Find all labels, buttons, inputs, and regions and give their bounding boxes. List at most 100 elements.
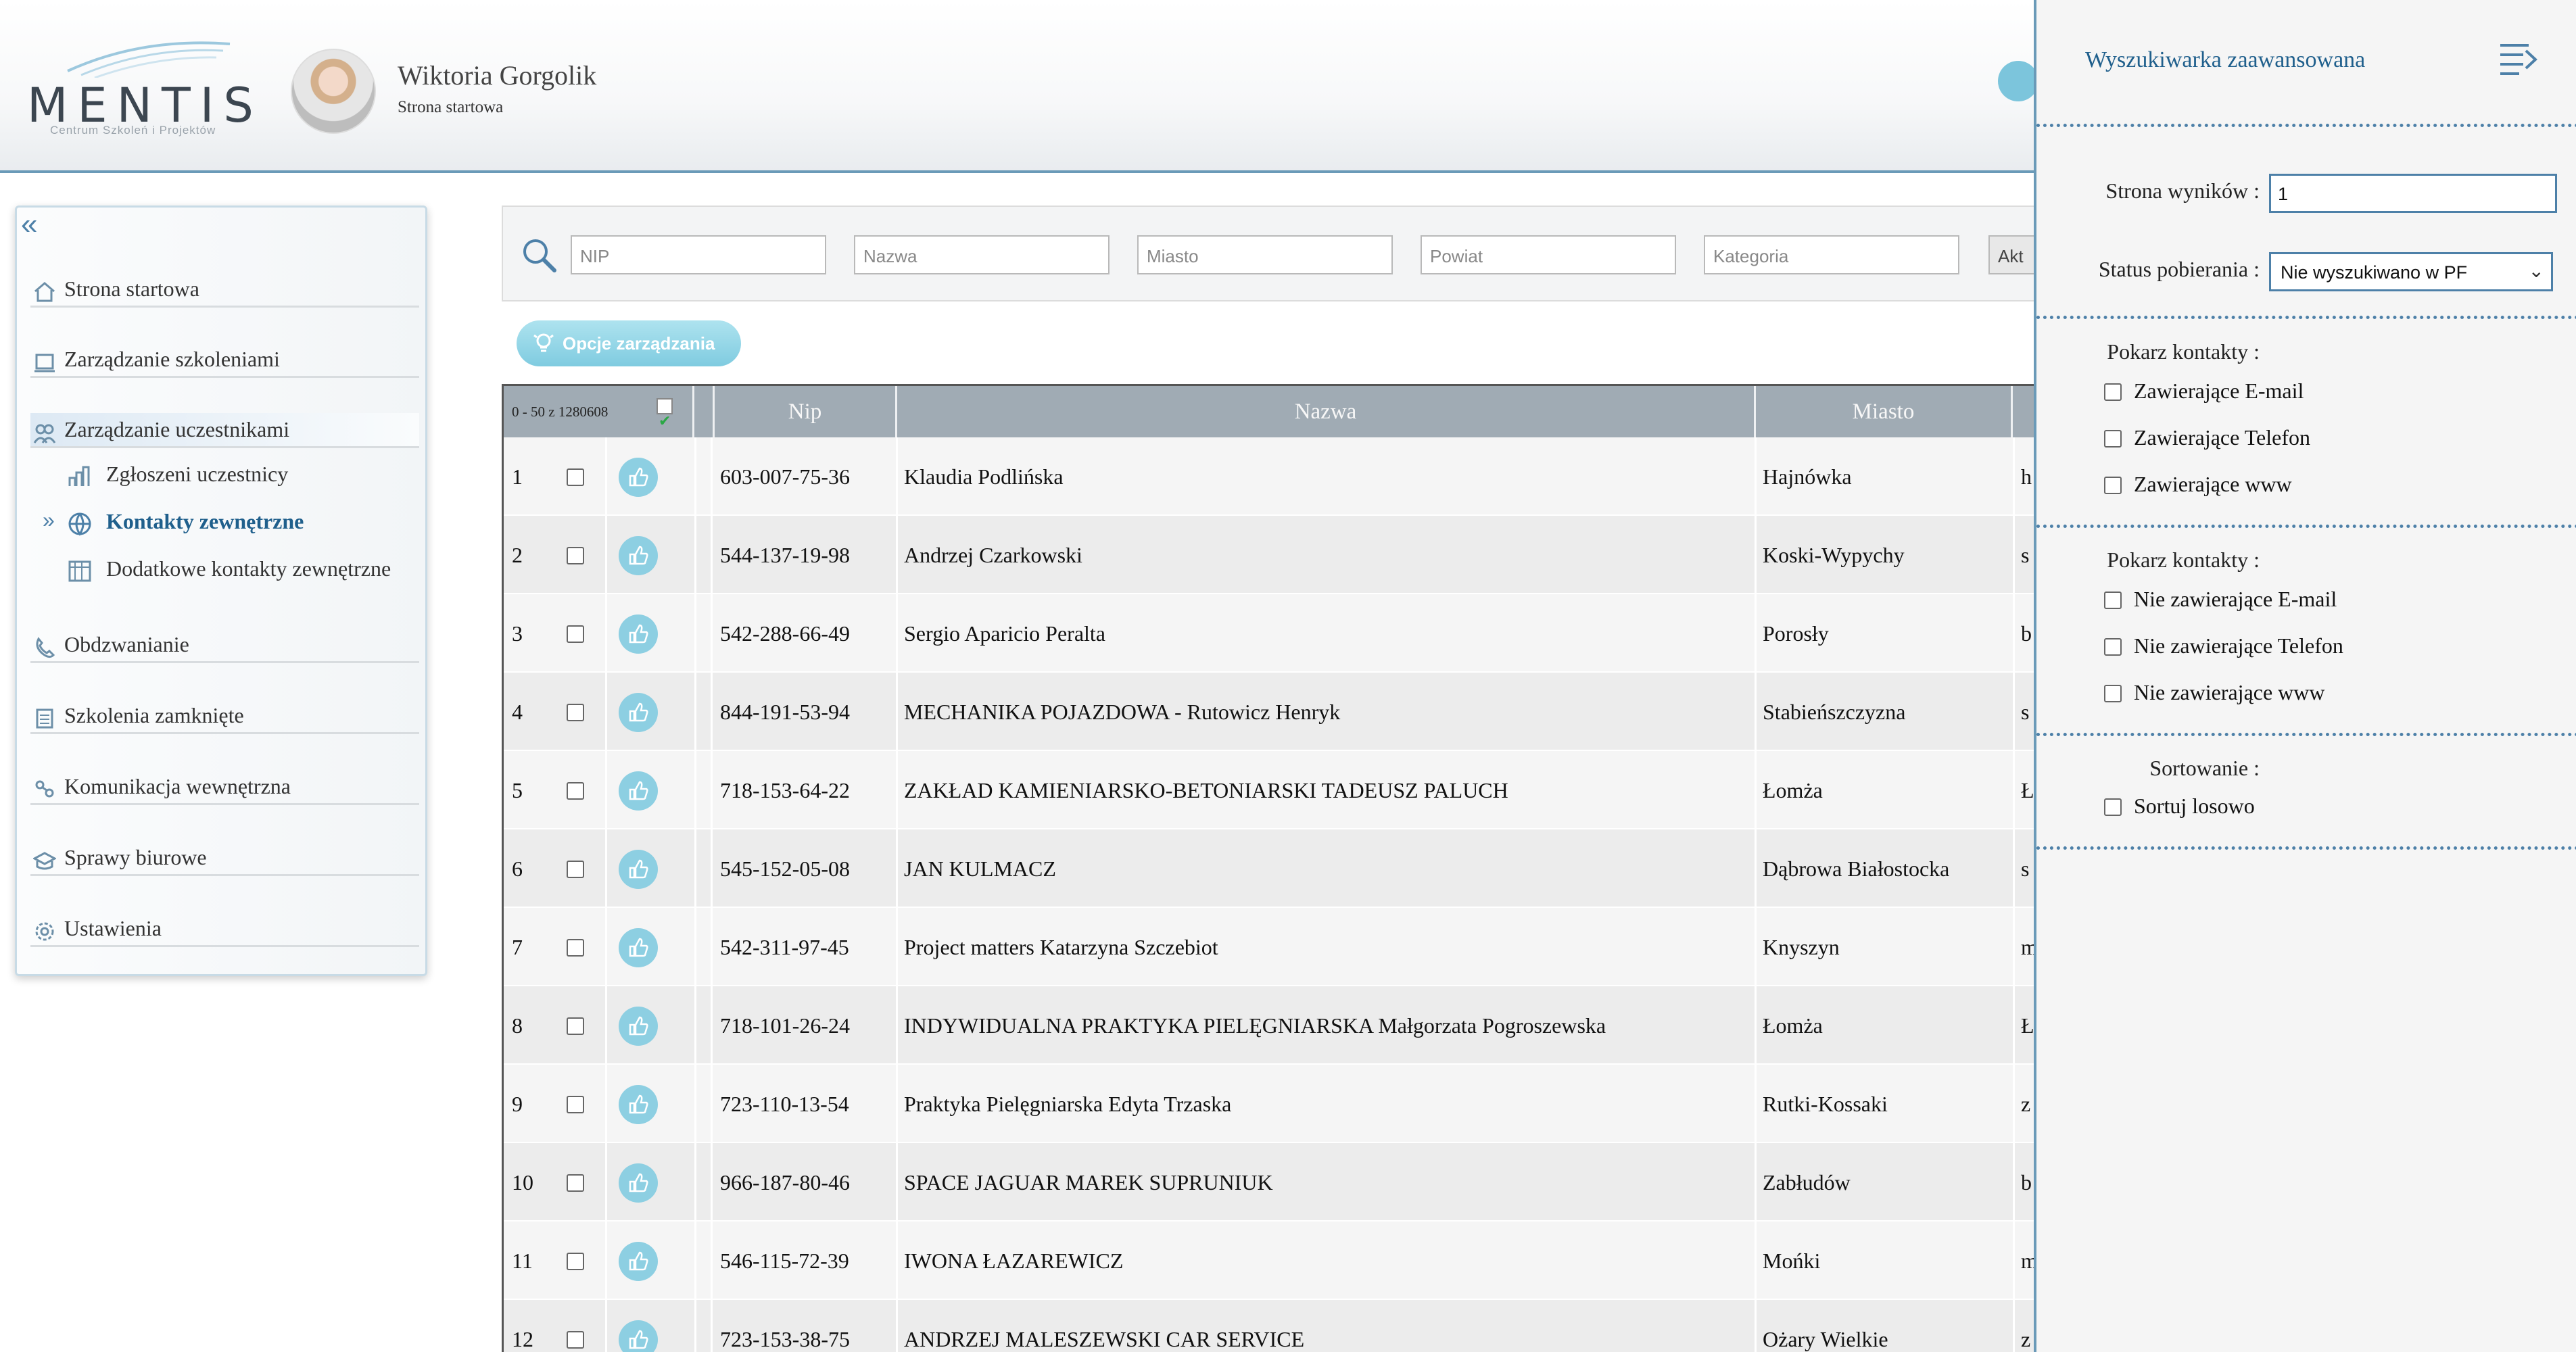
sidebar-item-home[interactable]: Strona startowa — [30, 272, 419, 308]
row-checkbox[interactable] — [567, 782, 584, 800]
thumbs-up-icon[interactable] — [619, 458, 658, 497]
row-checkbox[interactable] — [567, 547, 584, 564]
thumbs-up-icon[interactable] — [619, 850, 658, 889]
with-www-checkbox[interactable] — [2104, 477, 2122, 494]
row-city: Porosły — [1763, 621, 1829, 646]
row-nip: 544-137-19-98 — [720, 543, 850, 567]
with-email-label[interactable]: Zawierające E-mail — [2134, 379, 2304, 404]
divider — [2036, 733, 2576, 736]
manage-options-label: Opcje zarządzania — [563, 333, 715, 354]
row-checkbox[interactable] — [567, 939, 584, 957]
thumbs-up-icon[interactable] — [619, 771, 658, 811]
column-divider — [1755, 1065, 1757, 1143]
sidebar-subitem-external-contacts[interactable]: » Kontakty zewnętrzne — [43, 505, 401, 540]
column-divider — [1755, 908, 1757, 986]
without-email-label[interactable]: Nie zawierające E-mail — [2134, 587, 2337, 612]
row-name: Klaudia Podlińska — [904, 464, 1064, 489]
thumbs-up-icon[interactable] — [619, 928, 658, 967]
without-email-checkbox[interactable] — [2104, 592, 2122, 609]
without-phone-label[interactable]: Nie zawierające Telefon — [2134, 633, 2343, 658]
row-checkbox[interactable] — [567, 861, 584, 878]
row-nip: 542-288-66-49 — [720, 621, 850, 646]
city-filter-input[interactable]: Miasto — [1137, 235, 1393, 274]
row-checkbox[interactable] — [567, 625, 584, 643]
column-divider — [694, 908, 696, 986]
sort-random-label[interactable]: Sortuj losowo — [2134, 794, 2255, 819]
row-checkbox[interactable] — [567, 1174, 584, 1192]
select-all-checkbox[interactable] — [657, 395, 673, 447]
manage-options-button[interactable]: Opcje zarządzania — [517, 320, 741, 366]
row-city: Koski-Wypychy — [1763, 543, 1905, 567]
sidebar-subitem-additional-contacts[interactable]: Dodatkowe kontakty zewnętrzne — [49, 552, 401, 587]
download-status-select[interactable]: Nie wyszukiwano w PF ⌄ — [2269, 252, 2553, 291]
briefcase-icon — [36, 708, 53, 729]
search-icon[interactable] — [519, 235, 558, 274]
row-checkbox[interactable] — [567, 704, 584, 721]
thumbs-up-icon[interactable] — [619, 1007, 658, 1046]
filter-list-icon[interactable] — [2496, 37, 2538, 79]
thumbs-up-icon[interactable] — [619, 1163, 658, 1203]
mentis-logo[interactable]: MENTIS Centrum Szkoleń i Projektów — [27, 30, 254, 145]
column-divider — [2013, 1065, 2015, 1143]
page-number-input[interactable]: 1 — [2269, 174, 2557, 213]
sidebar-item-label: Ustawienia — [64, 916, 162, 940]
notification-icon[interactable] — [1998, 61, 2038, 101]
sidebar-item-calling[interactable]: Obdzwanianie — [30, 628, 419, 663]
column-divider — [711, 437, 713, 516]
thumbs-up-icon[interactable] — [619, 1085, 658, 1124]
sidebar-subitem-registered[interactable]: Zgłoszeni uczestnicy — [49, 458, 401, 493]
divider — [2036, 846, 2576, 850]
header-city[interactable]: Miasto — [1756, 386, 2013, 437]
row-checkbox[interactable] — [567, 1331, 584, 1349]
panel-title: Wyszukiwarka zaawansowana — [2085, 47, 2366, 72]
column-divider — [605, 1300, 607, 1352]
thumbs-up-icon[interactable] — [619, 536, 658, 575]
thumbs-up-icon[interactable] — [619, 1320, 658, 1352]
header-name[interactable]: Nazwa — [897, 386, 1756, 437]
column-divider — [605, 908, 607, 986]
column-divider — [2013, 751, 2015, 829]
name-filter-input[interactable]: Nazwa — [854, 235, 1110, 274]
sidebar-item-office[interactable]: Sprawy biurowe — [30, 841, 419, 876]
row-city: Ożary Wielkie — [1763, 1327, 1888, 1351]
thumbs-up-icon[interactable] — [619, 614, 658, 654]
header-nip[interactable]: Nip — [715, 386, 897, 437]
sidebar-item-participants[interactable]: Zarządzanie uczestnikami — [30, 413, 419, 448]
row-nip: 723-110-13-54 — [720, 1092, 849, 1116]
with-www-label[interactable]: Zawierające www — [2134, 472, 2292, 497]
category-filter-input[interactable]: Kategoria — [1704, 235, 1959, 274]
sort-random-checkbox[interactable] — [2104, 798, 2122, 816]
nip-filter-input[interactable]: NIP — [571, 235, 826, 274]
collapse-sidebar-icon[interactable]: « — [21, 208, 37, 241]
row-number: 5 — [512, 778, 523, 802]
column-divider — [694, 1222, 696, 1300]
row-checkbox[interactable] — [567, 468, 584, 486]
column-divider — [2013, 1143, 2015, 1222]
county-filter-input[interactable]: Powiat — [1421, 235, 1676, 274]
without-www-label[interactable]: Nie zawierające www — [2134, 680, 2325, 705]
row-city: Łomża — [1763, 778, 1823, 802]
sidebar-item-internal-communication[interactable]: Komunikacja wewnętrzna — [30, 770, 419, 805]
home-icon — [34, 282, 55, 302]
sidebar-item-closed-trainings[interactable]: Szkolenia zamknięte — [30, 699, 419, 734]
without-phone-checkbox[interactable] — [2104, 638, 2122, 656]
row-checkbox[interactable] — [567, 1096, 584, 1113]
sidebar-item-trainings[interactable]: Zarządzanie szkoleniami — [30, 343, 419, 378]
thumbs-up-icon[interactable] — [619, 1242, 658, 1281]
column-divider — [605, 673, 607, 751]
column-divider — [1755, 1143, 1757, 1222]
with-email-checkbox[interactable] — [2104, 383, 2122, 401]
sidebar-item-settings[interactable]: Ustawienia — [30, 912, 419, 947]
row-name: JAN KULMACZ — [904, 856, 1056, 881]
column-divider — [605, 594, 607, 673]
with-phone-label[interactable]: Zawierające Telefon — [2134, 425, 2310, 450]
column-divider — [896, 751, 898, 829]
thumbs-up-icon[interactable] — [619, 693, 658, 732]
avatar[interactable] — [291, 49, 376, 134]
row-checkbox[interactable] — [567, 1253, 584, 1270]
with-phone-checkbox[interactable] — [2104, 430, 2122, 448]
row-number: 2 — [512, 543, 523, 567]
without-www-checkbox[interactable] — [2104, 685, 2122, 702]
row-checkbox[interactable] — [567, 1017, 584, 1035]
column-divider — [694, 516, 696, 594]
